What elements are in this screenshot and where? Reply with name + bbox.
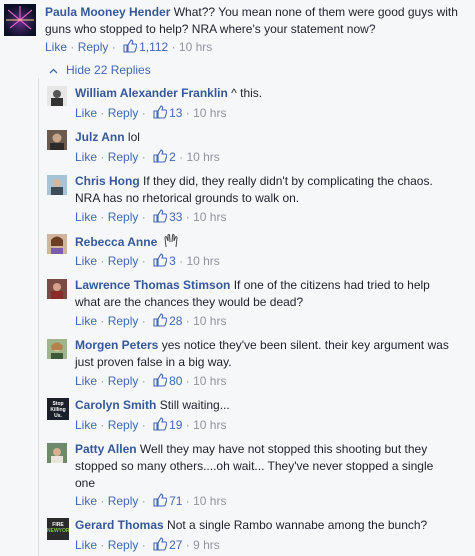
comment-author[interactable]: Rebecca Anne bbox=[75, 235, 157, 249]
reply-button[interactable]: Reply bbox=[108, 106, 139, 120]
thumbs-up-icon bbox=[123, 39, 138, 57]
comment-author[interactable]: Julz Ann bbox=[75, 130, 125, 144]
like-count[interactable]: 3 bbox=[169, 254, 176, 268]
hide-replies-toggle[interactable]: Hide 22 Replies bbox=[49, 63, 151, 77]
thumbs-up-icon bbox=[153, 417, 168, 435]
avatar-sign-text: Stop Killing Us. bbox=[50, 401, 66, 419]
timestamp[interactable]: 10 hrs bbox=[193, 210, 226, 224]
avatar-logo-text: FIRE bbox=[52, 522, 64, 528]
comment-text: just proven false in a big way. bbox=[75, 355, 232, 369]
comment-text: Well they may have not stopped this shoo… bbox=[139, 442, 428, 456]
like-count[interactable]: 2 bbox=[169, 150, 176, 164]
like-button[interactable]: Like bbox=[75, 210, 97, 224]
comment-author[interactable]: William Alexander Franklin bbox=[75, 86, 228, 100]
comment-text: What?? You mean none of them were good g… bbox=[173, 5, 458, 19]
reply-button[interactable]: Reply bbox=[108, 538, 139, 552]
like-count[interactable]: 19 bbox=[169, 418, 182, 432]
like-button[interactable]: Like bbox=[75, 254, 97, 268]
comment-text: stopped so many others....oh wait... The… bbox=[75, 459, 434, 473]
comment-text: NRA has no rhetorical grounds to walk on… bbox=[75, 191, 300, 205]
reply-button[interactable]: Reply bbox=[78, 40, 109, 54]
like-button[interactable]: Like bbox=[75, 494, 97, 508]
thumbs-up-icon bbox=[153, 313, 168, 331]
timestamp[interactable]: 10 hrs bbox=[193, 106, 226, 120]
comment-text: If one of the citizens had tried to help bbox=[233, 278, 430, 292]
comment-author[interactable]: Chris Hong bbox=[75, 174, 140, 188]
reply-button[interactable]: Reply bbox=[108, 494, 139, 508]
comment-text: yes notice they've been silent. their ke… bbox=[161, 338, 449, 352]
like-count[interactable]: 27 bbox=[169, 538, 182, 552]
thumbs-up-icon bbox=[153, 149, 168, 167]
avatar[interactable]: FIRE NEWYORK bbox=[47, 518, 69, 540]
like-button[interactable]: Like bbox=[75, 106, 97, 120]
avatar[interactable] bbox=[47, 175, 67, 195]
avatar[interactable] bbox=[47, 234, 67, 254]
timestamp[interactable]: 10 hrs bbox=[193, 494, 226, 508]
like-button[interactable]: Like bbox=[45, 40, 67, 54]
fireworks-image bbox=[6, 6, 34, 30]
comment-author[interactable]: Patty Allen bbox=[75, 442, 137, 456]
like-count[interactable]: 1,112 bbox=[139, 40, 168, 54]
thumbs-up-icon bbox=[153, 105, 168, 123]
comment-author[interactable]: Morgen Peters bbox=[75, 338, 158, 352]
comment-author[interactable]: Gerard Thomas bbox=[75, 518, 164, 532]
like-button[interactable]: Like bbox=[75, 418, 97, 432]
avatar[interactable] bbox=[47, 130, 67, 150]
like-button[interactable]: Like bbox=[75, 314, 97, 328]
reply-thread-line bbox=[38, 78, 39, 556]
timestamp[interactable]: 10 hrs bbox=[193, 374, 226, 388]
thumbs-up-icon bbox=[153, 209, 168, 227]
timestamp[interactable]: 10 hrs bbox=[193, 314, 226, 328]
avatar[interactable]: Stop Killing Us. bbox=[47, 398, 69, 420]
comment-text: what are the chances they would be dead? bbox=[75, 295, 304, 309]
like-count[interactable]: 33 bbox=[169, 210, 182, 224]
like-button[interactable]: Like bbox=[75, 374, 97, 388]
like-button[interactable]: Like bbox=[75, 150, 97, 164]
like-count[interactable]: 28 bbox=[169, 314, 182, 328]
like-count[interactable]: 13 bbox=[169, 106, 182, 120]
chevron-up-icon bbox=[49, 63, 58, 77]
avatar[interactable] bbox=[47, 443, 67, 463]
comment-text: Still waiting... bbox=[159, 398, 230, 412]
comment-author[interactable]: Carolyn Smith bbox=[75, 398, 156, 412]
like-button[interactable]: Like bbox=[75, 538, 97, 552]
reply-button[interactable]: Reply bbox=[108, 254, 139, 268]
reply-button[interactable]: Reply bbox=[108, 374, 139, 388]
avatar[interactable] bbox=[47, 279, 67, 299]
like-count[interactable]: 80 bbox=[169, 374, 182, 388]
reply-button[interactable]: Reply bbox=[108, 210, 139, 224]
comment-text: lol bbox=[127, 130, 140, 144]
comment-text: Not a single Rambo wannabe among the bun… bbox=[167, 518, 428, 532]
comment-text: guns who stopped to help? NRA where's yo… bbox=[45, 22, 376, 36]
comment-text: one bbox=[75, 476, 96, 490]
timestamp[interactable]: 10 hrs bbox=[186, 150, 219, 164]
reply-button[interactable]: Reply bbox=[108, 150, 139, 164]
comment-author[interactable]: Lawrence Thomas Stimson bbox=[75, 278, 230, 292]
comment-author[interactable]: Paula Mooney Hender bbox=[45, 5, 170, 19]
avatar-logo-text: NEWYORK bbox=[47, 528, 69, 534]
timestamp[interactable]: 10 hrs bbox=[193, 418, 226, 432]
raised-hands-emoji-icon bbox=[163, 233, 179, 254]
timestamp[interactable]: 10 hrs bbox=[179, 40, 212, 54]
timestamp[interactable]: 10 hrs bbox=[186, 254, 219, 268]
comment-text: ^ this. bbox=[231, 86, 263, 100]
avatar[interactable] bbox=[4, 4, 36, 36]
comment-text: If they did, they really didn't by compl… bbox=[143, 174, 433, 188]
timestamp[interactable]: 9 hrs bbox=[193, 538, 220, 552]
reply-button[interactable]: Reply bbox=[108, 418, 139, 432]
avatar[interactable] bbox=[47, 86, 67, 106]
avatar[interactable] bbox=[47, 339, 67, 359]
thumbs-up-icon bbox=[153, 493, 168, 511]
reply-button[interactable]: Reply bbox=[108, 314, 139, 328]
like-count[interactable]: 71 bbox=[169, 494, 182, 508]
thumbs-up-icon bbox=[153, 373, 168, 391]
hide-replies-label: Hide 22 Replies bbox=[66, 63, 151, 77]
thumbs-up-icon bbox=[153, 253, 168, 271]
thumbs-up-icon bbox=[153, 537, 168, 555]
